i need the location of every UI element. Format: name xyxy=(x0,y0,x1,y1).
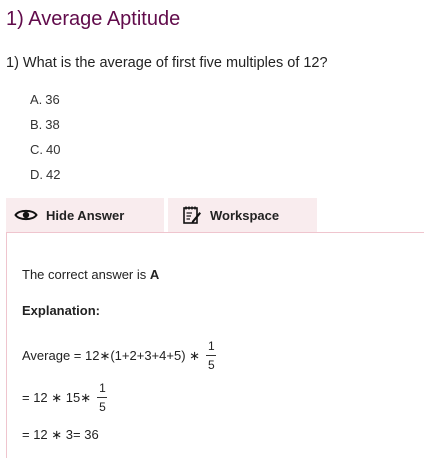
fraction-numerator: 1 xyxy=(208,339,215,353)
page-title: 1) Average Aptitude xyxy=(6,8,181,30)
workspace-label: Workspace xyxy=(210,207,280,223)
option-value: 36 xyxy=(45,92,60,107)
correct-answer-prefix: The correct answer is xyxy=(22,267,147,282)
explanation-line-1-text: Average = 12∗(1+2+3+4+5) ∗ xyxy=(22,347,201,363)
option-d[interactable]: D. 42 xyxy=(30,167,60,192)
answer-panel: The correct answer is A Explanation: Ave… xyxy=(6,232,424,458)
fraction: 1 5 xyxy=(206,339,217,372)
hide-answer-label: Hide Answer xyxy=(46,207,125,223)
option-value: 40 xyxy=(46,142,61,157)
page: 1) Average Aptitude 1) What is the avera… xyxy=(0,0,424,458)
question-text: 1) What is the average of first five mul… xyxy=(6,55,328,71)
option-letter: D. xyxy=(30,167,43,182)
fraction-denominator: 5 xyxy=(99,400,106,414)
option-value: 38 xyxy=(45,117,60,132)
hide-answer-button[interactable]: Hide Answer xyxy=(6,198,164,232)
option-a[interactable]: A. 36 xyxy=(30,92,60,117)
option-letter: A. xyxy=(30,92,43,107)
fraction-bar xyxy=(97,397,108,398)
option-letter: B. xyxy=(30,117,43,132)
fraction-numerator: 1 xyxy=(99,381,106,395)
explanation-line-2-text: = 12 ∗ 15∗ xyxy=(22,389,92,405)
option-b[interactable]: B. 38 xyxy=(30,117,60,142)
correct-answer-letter: A xyxy=(149,267,160,282)
fraction-denominator: 5 xyxy=(208,358,215,372)
option-value: 42 xyxy=(46,167,61,182)
explanation-heading: Explanation: xyxy=(22,303,101,318)
explanation-line-2: = 12 ∗ 15∗ 1 5 xyxy=(22,381,108,414)
workspace-button[interactable]: Workspace xyxy=(168,198,317,232)
fraction-bar xyxy=(206,355,217,356)
option-letter: C. xyxy=(30,142,43,157)
fraction: 1 5 xyxy=(97,381,108,414)
options-list: A. 36 B. 38 C. 40 D. 42 xyxy=(30,92,60,192)
eye-icon xyxy=(14,208,38,222)
option-c[interactable]: C. 40 xyxy=(30,142,60,167)
explanation-line-1: Average = 12∗(1+2+3+4+5) ∗ 1 5 xyxy=(22,339,217,372)
notepad-pencil-icon xyxy=(182,205,202,225)
correct-answer-line: The correct answer is A xyxy=(22,267,159,282)
explanation-line-3: = 12 ∗ 3= 36 xyxy=(22,427,99,442)
